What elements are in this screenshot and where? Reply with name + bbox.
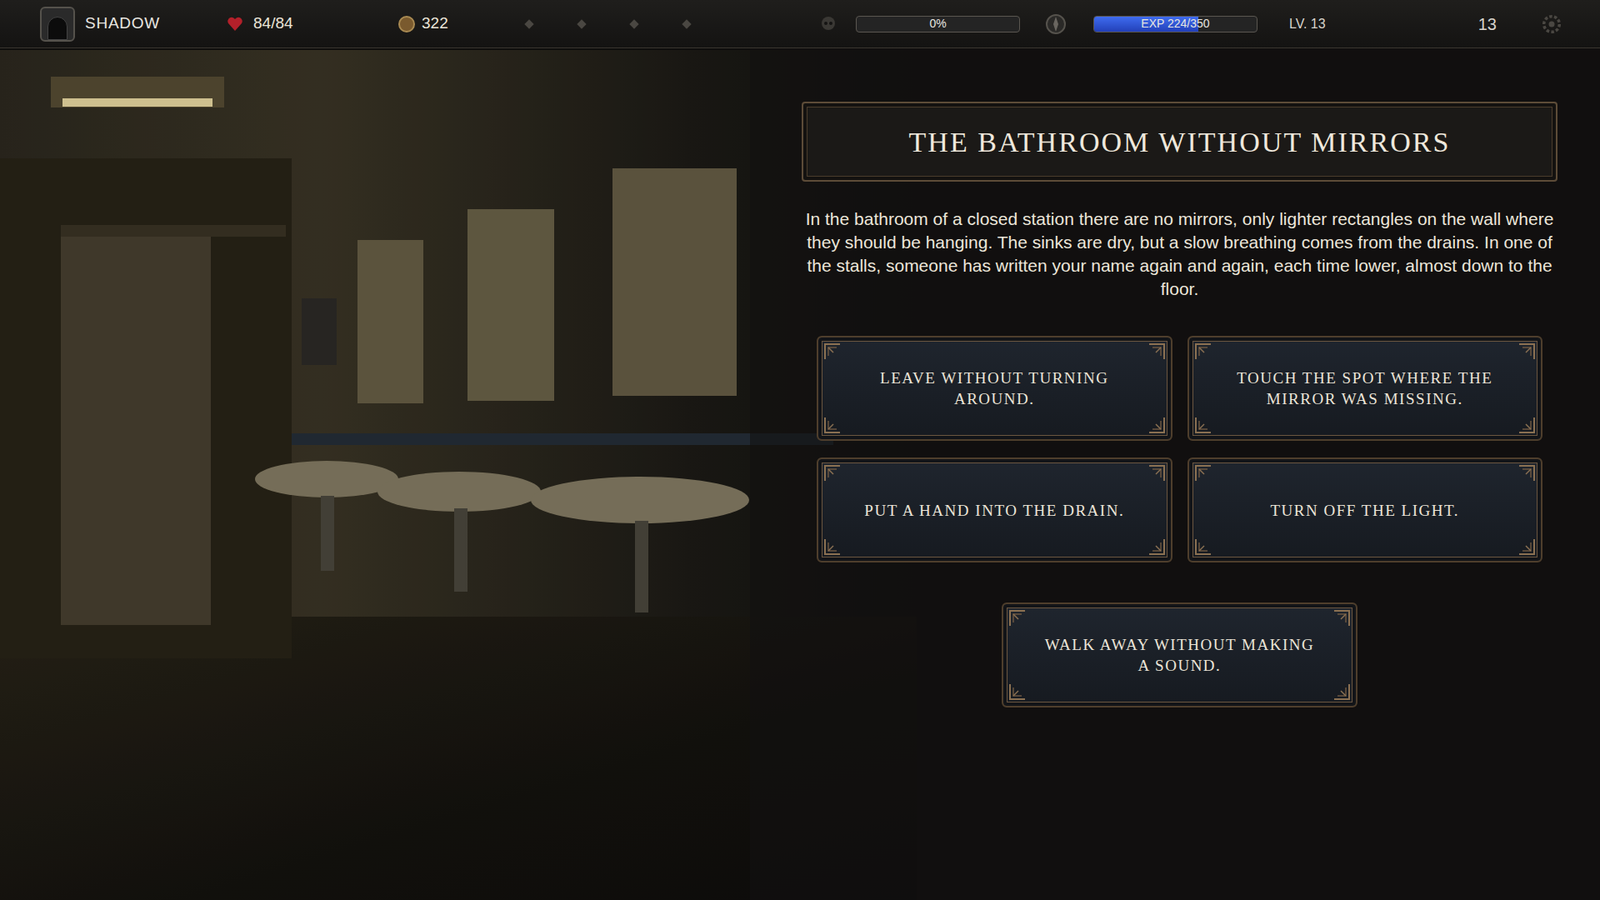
level-label: LV. 13 [1289,14,1326,35]
corner-ornament-icon [1147,415,1166,435]
choice-label: TURN OFF THE LIGHT. [1270,500,1460,521]
corner-ornament-icon [1008,682,1027,701]
choice-button[interactable]: PUT A HAND INTO THE DRAIN. [816,457,1173,563]
corner-ornament-icon [1332,609,1351,628]
corner-ornament-icon [1194,464,1213,483]
choice-label: WALK AWAY WITHOUT MAKING A SOUND. [1040,634,1320,676]
game-screen: SHADOW 84/84 322 0% EXP 224/350 LV. 13 13 THE B… [0,0,1600,900]
hud-bar: SHADOW 84/84 322 0% EXP 224/350 LV. 13 13 [0,0,1600,49]
corner-ornament-icon [1517,537,1536,556]
corner-ornament-icon [1147,342,1166,361]
corner-ornament-icon [823,342,842,361]
choice-label: TOUCH THE SPOT WHERE THE MIRROR WAS MISS… [1225,367,1505,410]
choice-label: LEAVE WITHOUT TURNING AROUND. [855,367,1135,410]
exp-bar: EXP 224/350 [1093,15,1258,33]
skull-icon [818,14,839,35]
heart-icon [226,15,244,33]
event-title-box: THE BATHROOM WITHOUT MIRRORS [801,101,1558,182]
choice-grid: LEAVE WITHOUT TURNING AROUND. TOUCH THE S… [816,335,1543,563]
exp-bar-reading: EXP 224/350 [1140,15,1210,33]
corner-ornament-icon [1147,464,1166,483]
counter: 13 [1478,11,1497,37]
empty-slot-icon [681,19,691,29]
progress-bar: 0% [855,15,1020,33]
corner-ornament-icon [1517,464,1536,483]
corner-ornament-icon [1517,342,1536,361]
coin-icon [398,15,415,33]
corner-ornament-icon [823,415,842,435]
corner-ornament-icon [1517,415,1536,435]
corner-ornament-icon [823,537,842,556]
choice-label: PUT A HAND INTO THE DRAIN. [864,500,1125,521]
event-panel: THE BATHROOM WITHOUT MIRRORS In the bathr… [801,101,1558,708]
corner-ornament-icon [823,464,842,483]
empty-slot-icon [629,19,639,29]
corner-ornament-icon [1147,537,1166,556]
choice-button[interactable]: TURN OFF THE LIGHT. [1187,457,1544,563]
corner-ornament-icon [1332,682,1351,701]
event-title: THE BATHROOM WITHOUT MIRRORS [909,120,1451,164]
empty-slot-icon [524,19,534,29]
gold-value: 322 [421,11,449,36]
empty-slot-icon [576,19,586,29]
progress-bar-reading: 0% [929,15,946,33]
choice-button[interactable]: LEAVE WITHOUT TURNING AROUND. [816,335,1173,441]
choice-button[interactable]: TOUCH THE SPOT WHERE THE MIRROR WAS MISS… [1187,335,1544,441]
choice-button[interactable]: WALK AWAY WITHOUT MAKING A SOUND. [1001,602,1358,708]
avatar-icon[interactable] [40,6,75,42]
corner-ornament-icon [1194,342,1213,361]
compass-icon [1045,13,1067,35]
corner-ornament-icon [1008,609,1027,628]
gear-icon[interactable] [1540,12,1564,36]
corner-ornament-icon [1194,415,1213,435]
health-value: 84/84 [253,11,294,36]
event-description: In the bathroom of a closed station ther… [805,207,1555,301]
player-name: SHADOW [85,14,160,32]
corner-ornament-icon [1194,537,1213,556]
